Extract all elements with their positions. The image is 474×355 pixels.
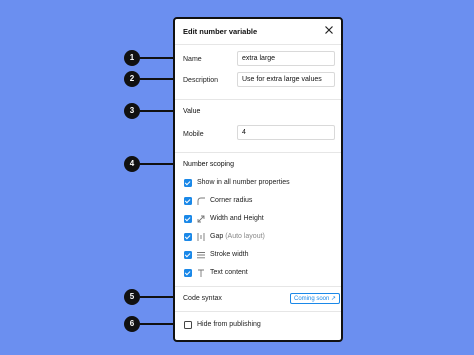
- marker-leader-2: [140, 78, 173, 80]
- coming-soon-text: Coming soon: [294, 296, 330, 302]
- scope-label-width-height: Width and Height: [210, 215, 264, 222]
- marker-6: 6: [124, 316, 140, 332]
- mobile-label: Mobile: [183, 131, 204, 138]
- scope-label-corner-radius: Corner radius: [210, 197, 253, 204]
- edit-variable-dialog: Edit number variable Name extra large De…: [173, 17, 343, 342]
- dialog-title: Edit number variable: [183, 27, 258, 36]
- marker-leader-5: [140, 296, 173, 298]
- scope-checkbox-text-content[interactable]: [184, 269, 192, 277]
- divider-1: [175, 99, 341, 100]
- gap-sublabel: (Auto layout): [225, 233, 265, 240]
- marker-leader-3: [140, 110, 173, 112]
- divider-2: [175, 152, 341, 153]
- scope-checkbox-corner-radius[interactable]: [184, 197, 192, 205]
- marker-3: 3: [124, 103, 140, 119]
- description-field[interactable]: Use for extra large values: [237, 72, 335, 87]
- hide-from-publishing-checkbox[interactable]: [184, 321, 192, 329]
- marker-5: 5: [124, 289, 140, 305]
- dialog-header: Edit number variable: [175, 19, 341, 45]
- scope-checkbox-gap[interactable]: [184, 233, 192, 241]
- mobile-value-field[interactable]: 4: [237, 125, 335, 140]
- corner-radius-icon: [197, 197, 205, 205]
- marker-2: 2: [124, 71, 140, 87]
- gap-label: Gap: [210, 233, 224, 240]
- name-label: Name: [183, 56, 202, 63]
- scope-label-all: Show in all number properties: [197, 179, 290, 186]
- scope-checkbox-all[interactable]: [184, 179, 192, 187]
- number-scoping-heading: Number scoping: [183, 161, 234, 168]
- scope-label-stroke-width: Stroke width: [210, 251, 249, 258]
- marker-1: 1: [124, 50, 140, 66]
- scope-checkbox-stroke-width[interactable]: [184, 251, 192, 259]
- marker-leader-4: [140, 163, 173, 165]
- scope-checkbox-width-height[interactable]: [184, 215, 192, 223]
- marker-4: 4: [124, 156, 140, 172]
- stroke-icon: [197, 252, 205, 259]
- close-icon[interactable]: [323, 24, 335, 36]
- value-section-heading: Value: [183, 108, 201, 115]
- scope-label-gap: Gap (Auto layout): [210, 233, 265, 240]
- scope-label-text-content: Text content: [210, 269, 248, 276]
- resize-icon: [197, 215, 205, 223]
- header-divider: [175, 44, 341, 45]
- divider-4: [175, 311, 341, 312]
- name-field[interactable]: extra large: [237, 51, 335, 66]
- marker-leader-6: [140, 323, 173, 325]
- coming-soon-badge[interactable]: Coming soon ↗: [290, 293, 341, 304]
- marker-leader-1: [140, 57, 173, 59]
- code-syntax-label: Code syntax: [183, 295, 222, 302]
- external-link-icon: ↗: [331, 296, 337, 302]
- hide-from-publishing-label: Hide from publishing: [197, 321, 261, 328]
- text-icon: [198, 269, 204, 277]
- divider-3: [175, 286, 341, 287]
- gap-icon: [197, 233, 205, 241]
- description-label: Description: [183, 77, 219, 84]
